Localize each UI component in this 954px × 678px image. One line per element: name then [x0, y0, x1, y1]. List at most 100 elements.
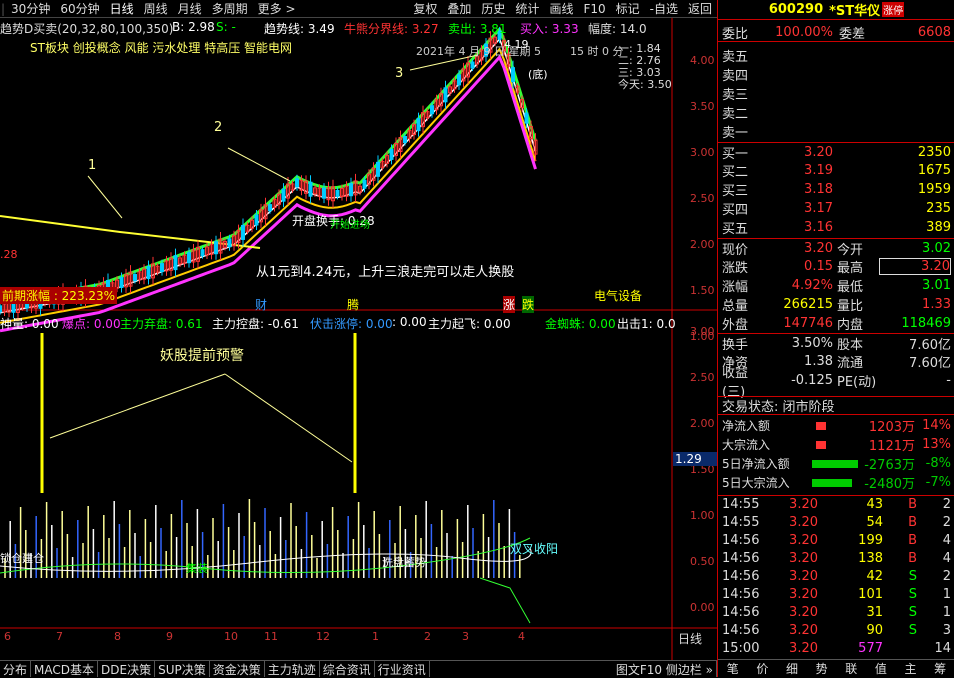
btn-overlay[interactable]: 叠加 [442, 0, 476, 17]
f10-sidebar-button[interactable]: 图文F10 侧边栏 » [613, 661, 717, 677]
tab-funds[interactable]: 资金决策 [210, 661, 265, 677]
btn-watchlist[interactable]: -自选 [645, 0, 683, 17]
time-tick: 6 [4, 630, 11, 643]
candle-body [281, 188, 286, 202]
time-tick: 11 [264, 630, 278, 643]
flow-pct: 14% [922, 418, 951, 433]
tab-multi-period[interactable]: 多周期 [207, 0, 253, 17]
tab-sup[interactable]: SUP决策 [155, 661, 210, 677]
candle-body [0, 305, 2, 313]
tick-price: 3.20 [789, 586, 818, 602]
quote-label: 收益(三) [722, 365, 749, 400]
btn-f10[interactable]: F10 [578, 2, 610, 16]
tick-volume: 199 [858, 532, 883, 548]
indicator-s: S: - [216, 20, 236, 34]
tab-weekly[interactable]: 周线 [139, 0, 173, 17]
tab-daily[interactable]: 日线 [105, 0, 139, 17]
candle-body [133, 274, 137, 282]
right-tab[interactable]: 价 [756, 660, 768, 677]
tick-time: 14:56 [722, 586, 760, 602]
btn-stats[interactable]: 统计 [510, 0, 544, 17]
candle-body [511, 67, 515, 83]
ask-label: 卖三 [722, 88, 749, 103]
btn-draw[interactable]: 画线 [544, 0, 578, 17]
tick-time: 15:00 [722, 640, 760, 656]
prior-gain-tag: 前期涨幅 : 223.23% [0, 287, 118, 304]
bid-volume: 389 [926, 220, 951, 235]
sub-line-drop [479, 577, 531, 624]
flow-pct: -8% [925, 456, 951, 471]
quote-value: 3.50% [791, 335, 833, 351]
tick-count: 4 [942, 532, 951, 548]
kline-chart-area[interactable]: 趋势D买卖(20,32,80,100,350) B: 2.98 S: - 趋势线… [0, 18, 717, 660]
tab-monthly[interactable]: 月线 [173, 0, 207, 17]
tab-main-track[interactable]: 主力轨迹 [265, 661, 320, 677]
tab-30min[interactable]: 30分钟 [6, 0, 55, 17]
tick-row: 14:56 3.20 42 S 2 [718, 567, 954, 585]
btn-back[interactable]: 返回 [683, 0, 717, 17]
tab-news[interactable]: 综合资讯 [320, 661, 375, 677]
summary-comment: 从1元到4.24元，上升三浪走完可以走人换股 [256, 265, 515, 280]
arrow-warn-right [224, 373, 353, 463]
tick-volume: 43 [866, 497, 883, 512]
tick-volume: 54 [866, 514, 883, 530]
bid-label: 买一 [722, 146, 749, 162]
quote-row: 换手 3.50% 股本 7.60亿 [718, 333, 954, 353]
flow-pct: -7% [925, 475, 951, 490]
right-tab[interactable]: 联 [845, 660, 857, 677]
tick-count: 3 [942, 622, 951, 638]
period-label: 日线 [678, 632, 703, 646]
btn-mark[interactable]: 标记 [611, 0, 645, 17]
sub-tick: 2.50 [690, 371, 715, 384]
bid-label: 买五 [722, 222, 749, 237]
candle-body [403, 136, 407, 144]
bid-price: 3.17 [804, 201, 833, 216]
bid-price: 3.20 [804, 144, 833, 160]
wave-marker-3: 3 [395, 66, 404, 81]
tab-industry[interactable]: 行业资讯 [375, 661, 430, 677]
indicator-buy: 买入: 3.33 [520, 22, 579, 36]
bid-row: 买三 3.18 1959 [718, 180, 954, 199]
limit-up-badge: 涨停 [882, 2, 905, 17]
quote-label: 换手 [722, 337, 749, 353]
btn-history[interactable]: 历史 [476, 0, 510, 17]
bid-row: 买二 3.19 1675 [718, 161, 954, 180]
btn-fuquan[interactable]: 复权 [408, 0, 442, 17]
tab-macd[interactable]: MACD基本 [31, 661, 98, 677]
quote-value: 4.92% [791, 278, 833, 293]
quote-value: 3.20 [804, 240, 833, 256]
wave-marker-2: 2 [214, 120, 223, 135]
tab-60min[interactable]: 60分钟 [55, 0, 104, 17]
indicator-b: B: 2.98 [172, 20, 215, 34]
ind-shen: 神量: 0.00 [0, 317, 59, 331]
indicator-sell: 卖出: 3.81 [448, 22, 507, 36]
ma-line-yellow [0, 47, 537, 324]
right-tab[interactable]: 笔 [727, 660, 739, 677]
quote-value: -0.125 [791, 373, 833, 388]
candle-body [362, 179, 367, 189]
tab-more[interactable]: 更多 > [253, 0, 301, 17]
right-tab[interactable]: 势 [816, 660, 828, 677]
tick-side: B [908, 514, 917, 530]
tab-distribution[interactable]: 分布 [0, 661, 32, 677]
time-tick: 4 [518, 630, 525, 643]
quote-value: 1.38 [804, 354, 833, 369]
weibi-row: 委比 100.00% 委差 6608 [718, 23, 954, 42]
event-die: 跌 [522, 296, 535, 313]
quote-row: 外盘 147746 内盘 118469 [718, 314, 954, 333]
tick-side: B [908, 532, 917, 548]
tick-side: S [908, 586, 917, 602]
right-tab[interactable]: 主 [905, 660, 917, 677]
tick-row: 14:55 3.20 43 B 2 [718, 495, 954, 513]
sector-concepts: ST板块 创投概念 风能 污水处理 特高压 智能电网 [30, 41, 293, 55]
right-tabs: 笔价 细 势联 值 主筹 [718, 659, 954, 677]
right-tab[interactable]: 值 [875, 660, 887, 677]
ask-label: 卖四 [722, 69, 749, 84]
sub-tick: 1.00 [690, 509, 715, 522]
ask-row: 卖五 [718, 46, 954, 65]
arrow-2 [227, 147, 291, 182]
ask-row: 卖一 [718, 122, 954, 141]
tab-dde[interactable]: DDE决策 [98, 661, 156, 677]
right-tab[interactable]: 筹 [934, 660, 946, 677]
right-tab[interactable]: 细 [786, 660, 798, 677]
